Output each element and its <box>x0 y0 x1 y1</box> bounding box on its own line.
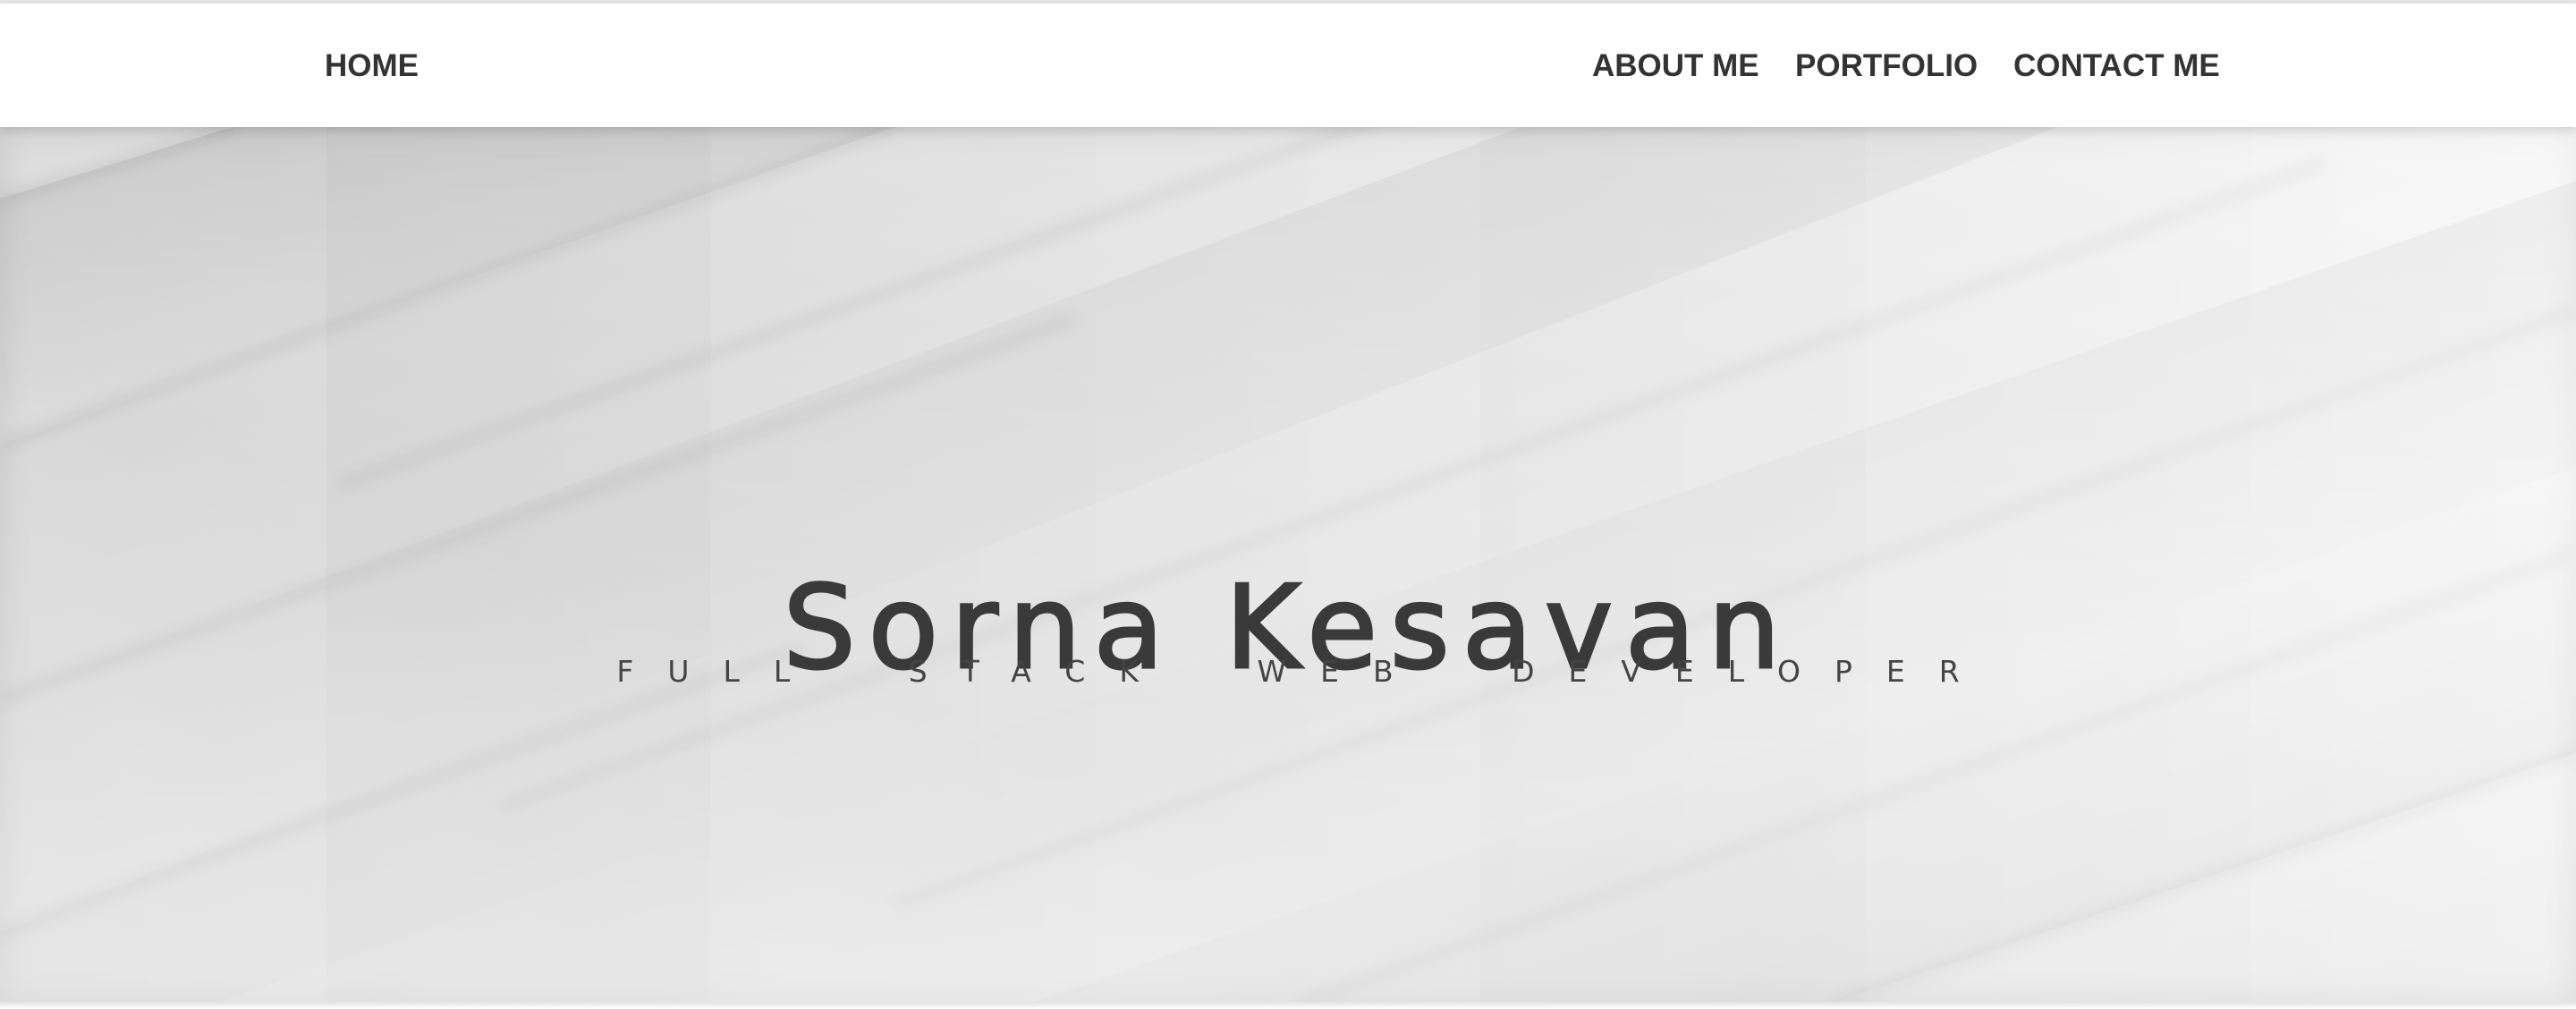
nav-home-link[interactable]: HOME <box>325 48 419 84</box>
hero-bottom-border <box>0 1002 2576 1009</box>
hero-tagline: FULL STACK WEB DEVELOPER <box>616 654 1994 689</box>
nav-about-link[interactable]: ABOUT ME <box>1592 48 1759 84</box>
hero-section: Sorna Kesavan FULL STACK WEB DEVELOPER <box>0 127 2576 1004</box>
nav-contact-link[interactable]: CONTACT ME <box>2013 48 2220 84</box>
nav-portfolio-link[interactable]: PORTFOLIO <box>1795 48 1978 84</box>
page: HOME ABOUT ME PORTFOLIO CONTACT ME Sorna… <box>0 0 2576 1009</box>
navbar: HOME ABOUT ME PORTFOLIO CONTACT ME <box>0 4 2576 127</box>
